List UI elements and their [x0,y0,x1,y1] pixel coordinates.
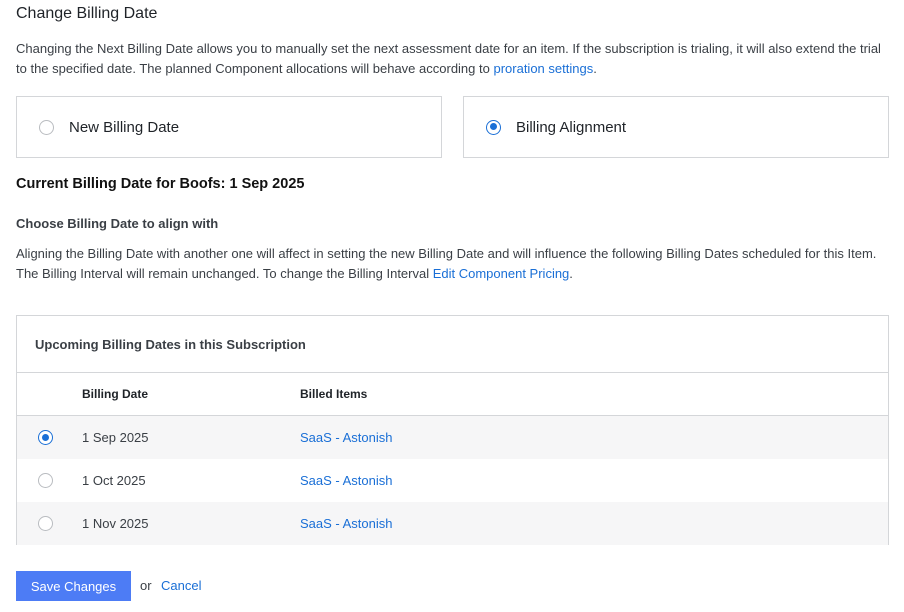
table-row[interactable]: 1 Sep 2025 SaaS - Astonish [17,416,888,459]
align-description: Aligning the Billing Date with another o… [16,246,877,281]
align-heading: Choose Billing Date to align with [16,216,219,231]
row-billing-date: 1 Sep 2025 [82,430,149,445]
radio-new-billing-date[interactable] [39,119,54,135]
option-new-billing-date[interactable]: New Billing Date [16,96,442,158]
upcoming-billing-table: Upcoming Billing Dates in this Subscript… [16,315,889,545]
edit-component-pricing-link[interactable]: Edit Component Pricing [433,266,570,281]
row-radio[interactable] [38,430,53,445]
table-title: Upcoming Billing Dates in this Subscript… [17,316,888,373]
column-header-billing-date: Billing Date [82,387,149,401]
row-billed-item-link[interactable]: SaaS - Astonish [300,473,393,488]
page-description: Changing the Next Billing Date allows yo… [16,41,881,76]
table-row[interactable]: 1 Nov 2025 SaaS - Astonish [17,502,888,545]
column-header-billed-items: Billed Items [300,387,368,401]
row-radio[interactable] [38,516,53,531]
row-radio[interactable] [38,473,53,488]
option-label: Billing Alignment [516,118,627,136]
page-title: Change Billing Date [16,5,158,22]
row-billing-date: 1 Oct 2025 [82,473,146,488]
option-billing-alignment[interactable]: Billing Alignment [463,96,889,158]
option-label: New Billing Date [69,118,180,136]
table-header-row: Billing Date Billed Items [17,373,888,416]
radio-billing-alignment[interactable] [486,119,501,135]
current-billing-date: Current Billing Date for Boofs: 1 Sep 20… [16,176,305,192]
or-text: or [140,578,152,593]
save-changes-button[interactable]: Save Changes [16,571,131,601]
table-row[interactable]: 1 Oct 2025 SaaS - Astonish [17,459,888,502]
cancel-link[interactable]: Cancel [161,578,201,593]
proration-settings-link[interactable]: proration settings [493,61,593,76]
row-billed-item-link[interactable]: SaaS - Astonish [300,430,393,445]
row-billing-date: 1 Nov 2025 [82,516,149,531]
row-billed-item-link[interactable]: SaaS - Astonish [300,516,393,531]
